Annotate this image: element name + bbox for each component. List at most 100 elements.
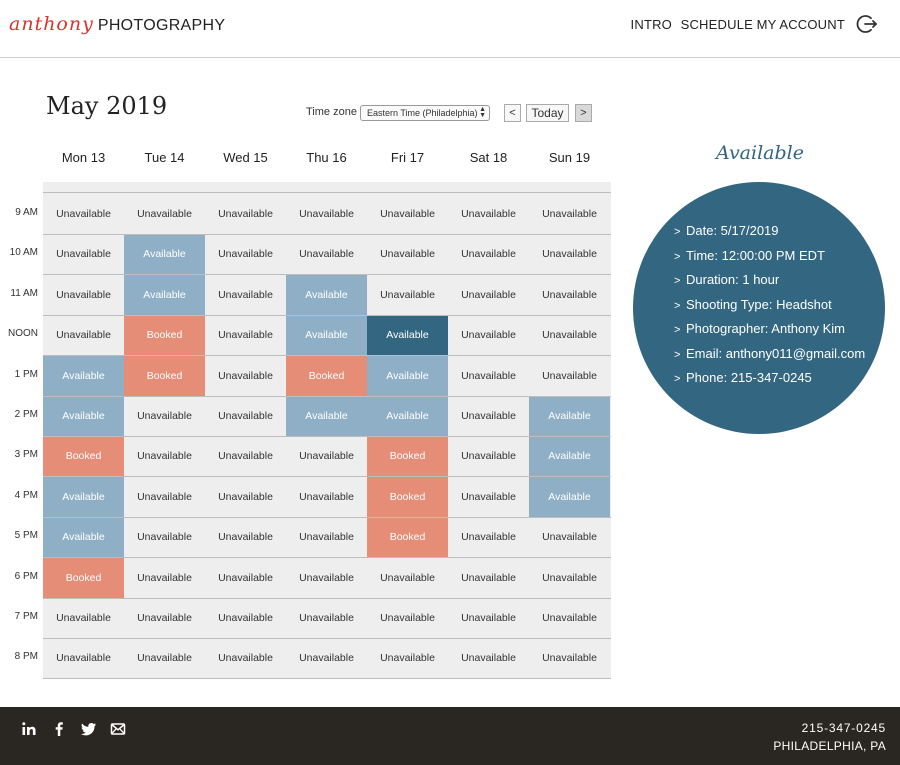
time-slot[interactable]: Available xyxy=(286,274,367,315)
time-slot[interactable]: Available xyxy=(529,396,610,436)
time-slot: Unavailable xyxy=(218,410,273,422)
row-divider xyxy=(43,395,611,397)
chevron-right-icon: > xyxy=(674,299,681,312)
chevron-right-icon: > xyxy=(674,226,681,238)
time-slot: Booked xyxy=(367,517,448,558)
time-slot: Unavailable xyxy=(461,450,516,463)
next-week-button[interactable]: > xyxy=(575,104,592,122)
time-label: 1 PM xyxy=(14,368,38,380)
time-slot[interactable]: Available xyxy=(43,476,124,517)
row-divider xyxy=(43,597,611,599)
time-slot: Booked xyxy=(367,476,448,517)
time-label: 6 PM xyxy=(14,570,38,582)
day-header: Sun 19 xyxy=(548,150,591,165)
time-slot[interactable]: Available xyxy=(286,315,367,356)
time-slot: Unavailable xyxy=(137,531,192,544)
time-slot: Booked xyxy=(124,315,205,356)
detail-item: > Duration: 1 hour xyxy=(674,271,865,296)
time-slot: Unavailable xyxy=(56,329,111,342)
chevron-right-icon: > xyxy=(674,324,681,336)
detail-text: Date: 5/17/2019 xyxy=(686,223,779,238)
time-slot: Unavailable xyxy=(56,288,111,301)
time-slot: Unavailable xyxy=(380,612,435,624)
footer: 215-347-0245 PHILADELPHIA, PA xyxy=(0,707,900,765)
time-label: 10 AM xyxy=(9,247,38,259)
time-label: NOON xyxy=(8,328,38,340)
timezone-select[interactable]: Eastern Time (Philadelphia) ▲ ▼ xyxy=(360,105,490,121)
day-header: Thu 16 xyxy=(306,150,347,165)
facebook-icon[interactable] xyxy=(51,721,67,737)
time-slot: Unavailable xyxy=(542,248,597,261)
time-label: 2 PM xyxy=(14,409,38,420)
logo[interactable]: anthony PHOTOGRAPHY xyxy=(9,13,225,39)
time-slot: Unavailable xyxy=(380,571,435,584)
logout-icon[interactable] xyxy=(856,13,878,35)
time-slot: Unavailable xyxy=(218,288,273,301)
time-slot[interactable]: Available xyxy=(43,396,124,436)
time-slot: Unavailable xyxy=(137,490,192,503)
time-slot: Unavailable xyxy=(299,490,354,503)
select-arrows-icon: ▲ ▼ xyxy=(479,106,486,119)
time-slot: Unavailable xyxy=(461,652,516,665)
nav-schedule[interactable]: SCHEDULE xyxy=(681,17,753,32)
prev-week-button[interactable]: < xyxy=(504,104,521,122)
month-title: May 2019 xyxy=(46,92,168,120)
detail-text: Phone: 215-347-0245 xyxy=(686,370,812,385)
day-header: Fri 17 xyxy=(390,150,425,165)
time-slot: Unavailable xyxy=(218,329,273,342)
time-slot: Unavailable xyxy=(461,208,516,220)
time-slot: Unavailable xyxy=(137,571,192,584)
time-slot: Unavailable xyxy=(380,248,435,261)
time-slot: Unavailable xyxy=(137,652,192,665)
time-slot[interactable]: Available xyxy=(124,234,205,275)
time-slot: Unavailable xyxy=(218,208,273,220)
time-slot: Unavailable xyxy=(137,410,192,422)
time-slot[interactable]: Available xyxy=(124,274,205,315)
detail-item: > Shooting Type: Headshot xyxy=(674,296,865,321)
time-slot: Unavailable xyxy=(56,248,111,261)
linkedin-icon[interactable] xyxy=(21,721,37,737)
time-slot: Unavailable xyxy=(542,571,597,584)
schedule-grid: Unavailable Unavailable Unavailable Unavail… xyxy=(43,182,611,679)
time-slot: Unavailable xyxy=(218,490,273,503)
time-slot[interactable]: Available xyxy=(43,517,124,558)
time-slot: Unavailable xyxy=(542,208,597,220)
timezone-label: Time zone xyxy=(306,106,357,118)
time-label: 3 PM xyxy=(14,449,38,461)
time-slot: Booked xyxy=(367,436,448,477)
chevron-right-icon: > xyxy=(674,348,681,361)
email-icon[interactable] xyxy=(110,721,126,737)
time-slot: Unavailable xyxy=(380,208,435,220)
today-button[interactable]: Today xyxy=(526,104,569,122)
time-slot: Unavailable xyxy=(56,612,111,624)
detail-text: Duration: 1 hour xyxy=(686,272,780,287)
time-slot[interactable]: Available xyxy=(529,436,610,477)
time-slot: Unavailable xyxy=(380,652,435,665)
time-slot[interactable]: Available xyxy=(286,396,367,436)
time-label: 11 AM xyxy=(10,287,38,299)
row-divider xyxy=(43,516,611,518)
time-slot: Unavailable xyxy=(461,571,516,584)
chevron-right-icon: > xyxy=(674,275,681,287)
time-slot: Unavailable xyxy=(380,288,435,301)
time-slot: Unavailable xyxy=(299,612,354,624)
time-slot: Unavailable xyxy=(218,369,273,382)
time-slot: Unavailable xyxy=(299,531,354,544)
row-divider xyxy=(43,233,611,235)
time-slot[interactable]: Available xyxy=(367,396,448,436)
row-divider xyxy=(43,637,611,639)
time-label: 5 PM xyxy=(14,530,38,542)
time-slot: Unavailable xyxy=(299,208,354,220)
nav-intro[interactable]: INTRO xyxy=(631,17,672,32)
time-slot[interactable]: Available xyxy=(367,315,448,356)
time-slot[interactable]: Available xyxy=(529,476,610,517)
time-slot[interactable]: Available xyxy=(367,355,448,396)
time-slot: Unavailable xyxy=(299,248,354,261)
twitter-icon[interactable] xyxy=(81,721,97,737)
header: anthony PHOTOGRAPHY INTRO SCHEDULE MY AC… xyxy=(0,0,900,58)
time-slot: Unavailable xyxy=(299,450,354,463)
time-slot[interactable]: Available xyxy=(43,355,124,396)
row-divider xyxy=(43,476,611,478)
time-slot: Booked xyxy=(286,355,367,396)
nav-my-account[interactable]: MY ACCOUNT xyxy=(757,17,845,32)
